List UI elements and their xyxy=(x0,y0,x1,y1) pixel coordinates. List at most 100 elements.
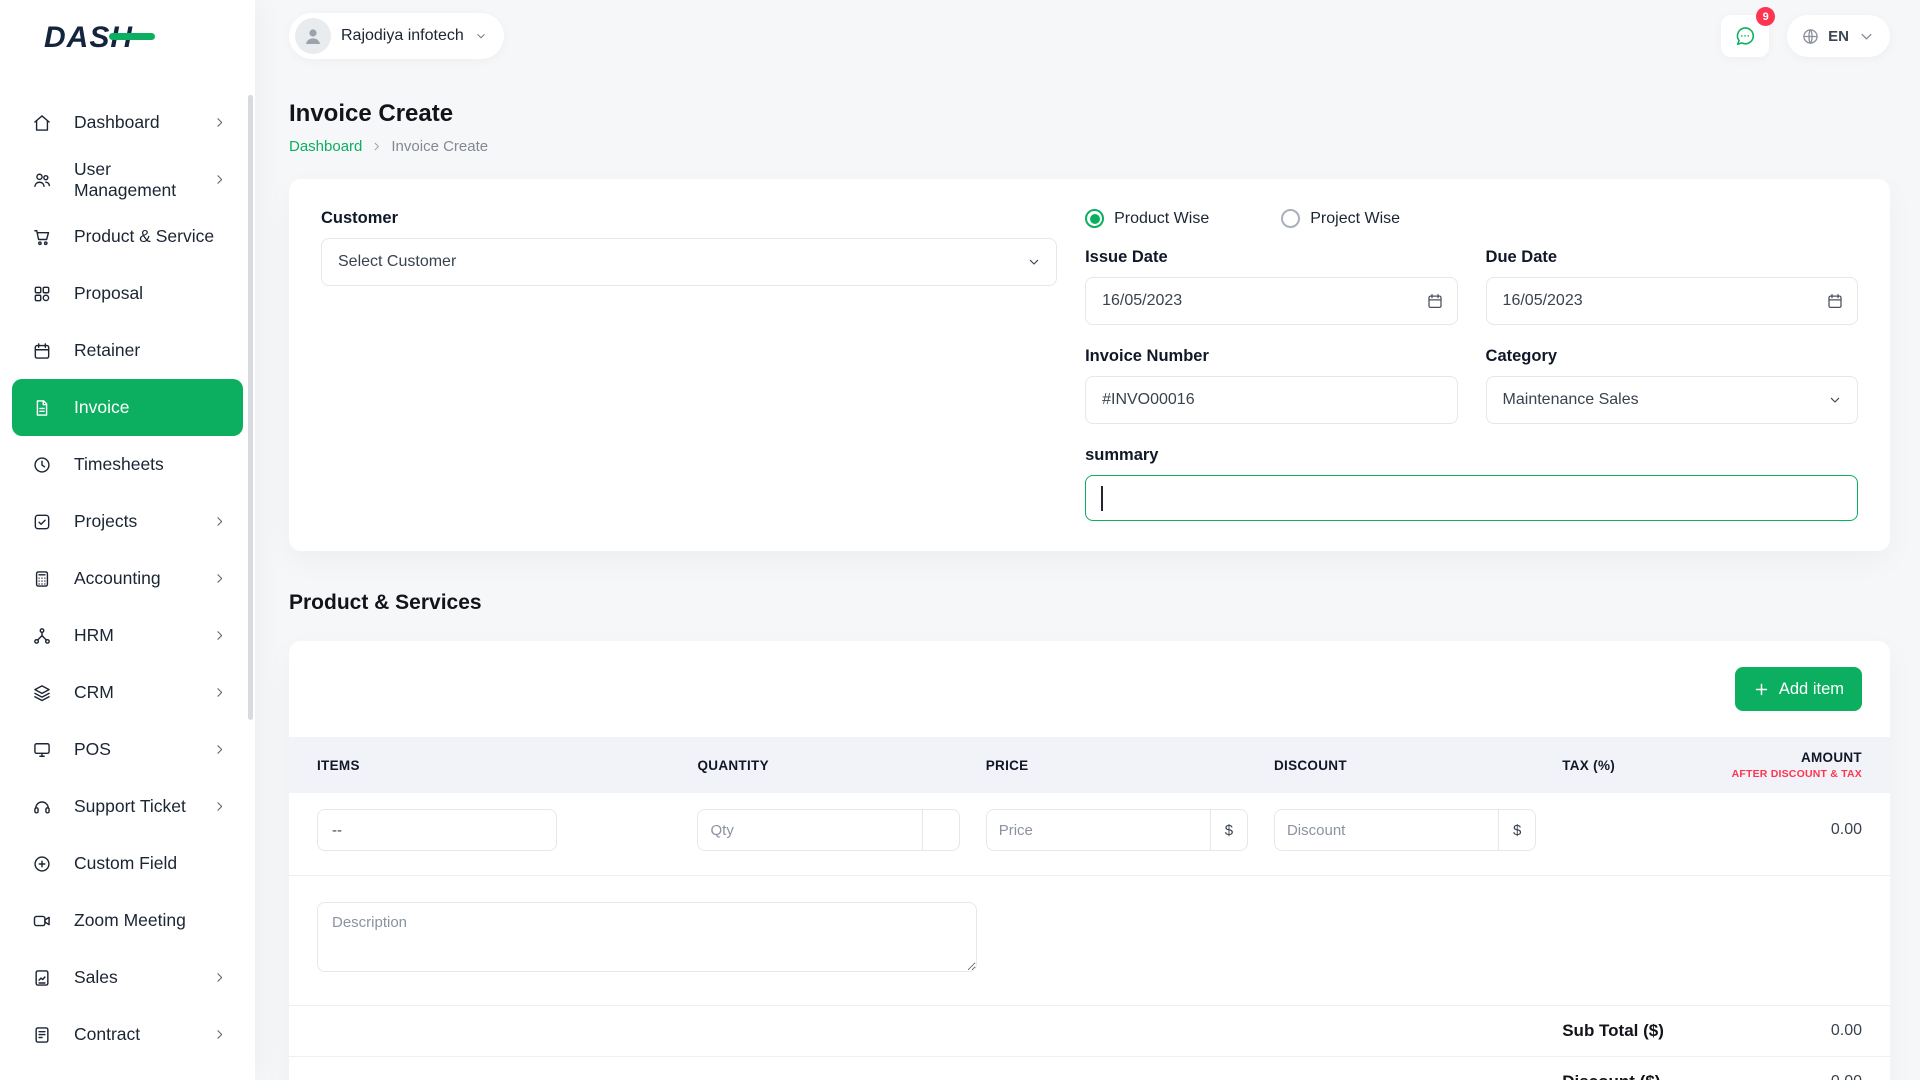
col-price-header: PRICE xyxy=(986,758,1274,773)
globe-icon xyxy=(1801,27,1820,46)
calendar-icon xyxy=(1426,292,1444,310)
col-discount-header: DISCOUNT xyxy=(1274,758,1562,773)
price-group: $ xyxy=(986,809,1248,851)
item-amount: 0.00 xyxy=(1712,821,1862,839)
invoice-fields-grid: Issue Date Due Date xyxy=(1085,248,1858,424)
chevron-down-icon xyxy=(1827,392,1843,408)
sidebar-item-crm[interactable]: CRM xyxy=(12,664,243,721)
radio-unselected-icon xyxy=(1281,209,1300,228)
chevron-right-icon xyxy=(212,1027,227,1042)
sidebar-item-label: Sales xyxy=(74,967,118,988)
quantity-addon xyxy=(922,809,960,851)
breadcrumb-dashboard-link[interactable]: Dashboard xyxy=(289,138,362,155)
file-invoice-icon xyxy=(32,398,52,418)
invoice-number-input[interactable] xyxy=(1085,376,1457,424)
sidebar-item-custom-field[interactable]: Custom Field xyxy=(12,835,243,892)
breadcrumb-current: Invoice Create xyxy=(391,138,488,155)
sidebar-item-messenger[interactable]: Messenger xyxy=(12,1063,243,1080)
description-input[interactable] xyxy=(317,902,977,972)
company-selector[interactable]: Rajodiya infotech xyxy=(289,13,504,59)
sidebar-item-user-management[interactable]: User Management xyxy=(12,151,243,208)
text-caret xyxy=(1101,486,1103,511)
issue-date-input[interactable] xyxy=(1085,277,1457,325)
page-content: Invoice Create Dashboard Invoice Create … xyxy=(255,72,1920,1080)
chat-icon xyxy=(1734,25,1756,47)
sidebar-item-label: POS xyxy=(74,739,111,760)
chevron-right-icon xyxy=(212,742,227,757)
sidebar-item-timesheets[interactable]: Timesheets xyxy=(12,436,243,493)
sidebar-item-support-ticket[interactable]: Support Ticket xyxy=(12,778,243,835)
invoice-number-label: Invoice Number xyxy=(1085,347,1457,366)
sidebar-item-label: Timesheets xyxy=(74,454,164,475)
add-item-button[interactable]: Add item xyxy=(1735,667,1862,711)
sidebar-item-label: Invoice xyxy=(74,397,129,418)
chevron-right-icon xyxy=(370,140,383,153)
home-icon xyxy=(32,113,52,133)
sidebar-scrollbar[interactable] xyxy=(248,95,253,720)
layers-icon xyxy=(32,683,52,703)
sidebar-item-label: User Management xyxy=(74,159,190,201)
messages-button[interactable]: 9 xyxy=(1721,15,1769,57)
col-amount-header: AMOUNT AFTER DISCOUNT & TAX xyxy=(1712,750,1862,780)
hub-icon xyxy=(32,626,52,646)
headset-icon xyxy=(32,797,52,817)
subtotal-row: Sub Total ($) 0.00 xyxy=(289,1005,1890,1056)
category-select-value: Maintenance Sales xyxy=(1503,391,1639,409)
discount-total-value: 0.00 xyxy=(1712,1073,1862,1080)
quantity-input[interactable] xyxy=(697,809,921,851)
category-field: Category Maintenance Sales xyxy=(1486,347,1858,424)
radio-product-wise[interactable]: Product Wise xyxy=(1085,209,1209,228)
chevron-right-icon xyxy=(212,970,227,985)
brand-logo[interactable]: DASH xyxy=(44,21,133,55)
discount-input[interactable] xyxy=(1274,809,1498,851)
sidebar-item-pos[interactable]: POS xyxy=(12,721,243,778)
amount-subnote: AFTER DISCOUNT & TAX xyxy=(1712,768,1862,780)
sidebar-item-proposal[interactable]: Proposal xyxy=(12,265,243,322)
price-currency-addon: $ xyxy=(1210,809,1248,851)
item-select[interactable]: -- xyxy=(317,809,557,851)
sidebar-item-label: Custom Field xyxy=(74,853,177,874)
chevron-right-icon xyxy=(212,799,227,814)
radio-project-wise[interactable]: Project Wise xyxy=(1281,209,1400,228)
language-selector[interactable]: EN xyxy=(1787,15,1890,57)
sidebar-item-dashboard[interactable]: Dashboard xyxy=(12,94,243,151)
customer-column: Customer Select Customer xyxy=(321,209,1057,521)
issue-date-field: Issue Date xyxy=(1085,248,1457,325)
chevron-down-icon xyxy=(474,29,488,43)
invoice-form-card: Customer Select Customer Product Wise xyxy=(289,179,1890,551)
sidebar-item-sales[interactable]: Sales xyxy=(12,949,243,1006)
customer-select[interactable]: Select Customer xyxy=(321,238,1057,286)
sidebar-item-zoom-meeting[interactable]: Zoom Meeting xyxy=(12,892,243,949)
company-avatar xyxy=(295,18,331,54)
invoice-details-column: Product Wise Project Wise Issue Date xyxy=(1085,209,1858,521)
sidebar-item-hrm[interactable]: HRM xyxy=(12,607,243,664)
doc-lines-icon xyxy=(32,1025,52,1045)
products-section-title: Product & Services xyxy=(289,591,1890,615)
category-select[interactable]: Maintenance Sales xyxy=(1486,376,1858,424)
topbar-right: 9 EN xyxy=(1721,15,1890,57)
sidebar-item-retainer[interactable]: Retainer xyxy=(12,322,243,379)
sidebar-item-product-service[interactable]: Product & Service xyxy=(12,208,243,265)
sidebar-item-invoice[interactable]: Invoice xyxy=(12,379,243,436)
chevron-right-icon xyxy=(212,628,227,643)
check-square-icon xyxy=(32,512,52,532)
calculator-icon xyxy=(32,569,52,589)
summary-input[interactable] xyxy=(1085,475,1858,521)
sidebar-item-projects[interactable]: Projects xyxy=(12,493,243,550)
sidebar-item-contract[interactable]: Contract xyxy=(12,1006,243,1063)
logo-row: DASH xyxy=(0,0,255,76)
topbar: Rajodiya infotech 9 EN xyxy=(255,0,1920,72)
chevron-right-icon xyxy=(212,172,227,187)
category-label: Category xyxy=(1486,347,1858,366)
due-date-input[interactable] xyxy=(1486,277,1858,325)
sidebar-item-label: Support Ticket xyxy=(74,796,186,817)
discount-currency-addon: $ xyxy=(1498,809,1536,851)
chevron-right-icon xyxy=(212,514,227,529)
sidebar-item-accounting[interactable]: Accounting xyxy=(12,550,243,607)
add-item-label: Add item xyxy=(1779,680,1844,699)
cart-icon xyxy=(32,227,52,247)
sidebar-nav: Dashboard User Management Product & Serv… xyxy=(0,76,255,1080)
sidebar-item-label: Proposal xyxy=(74,283,143,304)
breadcrumb: Dashboard Invoice Create xyxy=(289,138,1890,155)
price-input[interactable] xyxy=(986,809,1210,851)
